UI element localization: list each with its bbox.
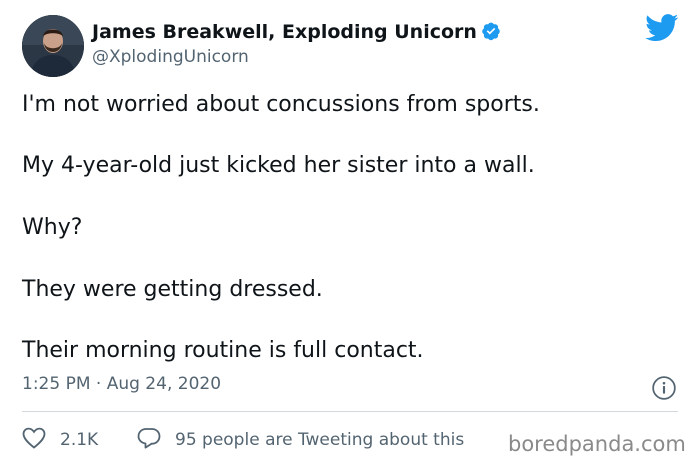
reply-bubble-icon <box>137 427 161 453</box>
info-icon[interactable] <box>651 375 677 405</box>
tweet-text-line: Why? <box>22 215 83 240</box>
like-count: 2.1K <box>60 430 99 450</box>
reply-text: 95 people are Tweeting about this <box>175 430 465 450</box>
user-handle[interactable]: @XplodingUnicorn <box>92 47 249 67</box>
reply-button[interactable]: 95 people are Tweeting about this <box>137 427 464 453</box>
avatar[interactable] <box>22 15 84 77</box>
display-name-text: James Breakwell, Exploding Unicorn <box>92 21 477 43</box>
like-button[interactable]: 2.1K <box>22 427 98 453</box>
tweet-text-line: My 4-year-old just kicked her sister int… <box>22 153 535 178</box>
verified-badge-icon <box>481 21 501 46</box>
watermark: boredpanda.com <box>508 432 686 456</box>
tweet-text-line: They were getting dressed. <box>22 277 323 302</box>
tweet-text-line: I'm not worried about concussions from s… <box>22 92 540 117</box>
display-name[interactable]: James Breakwell, Exploding Unicorn <box>92 21 501 46</box>
tweet-text-line: Their morning routine is full contact. <box>22 338 424 363</box>
tweet-timestamp[interactable]: 1:25 PM · Aug 24, 2020 <box>22 374 221 394</box>
divider <box>22 411 678 412</box>
heart-icon <box>22 427 46 453</box>
twitter-bird-icon[interactable] <box>645 14 679 46</box>
